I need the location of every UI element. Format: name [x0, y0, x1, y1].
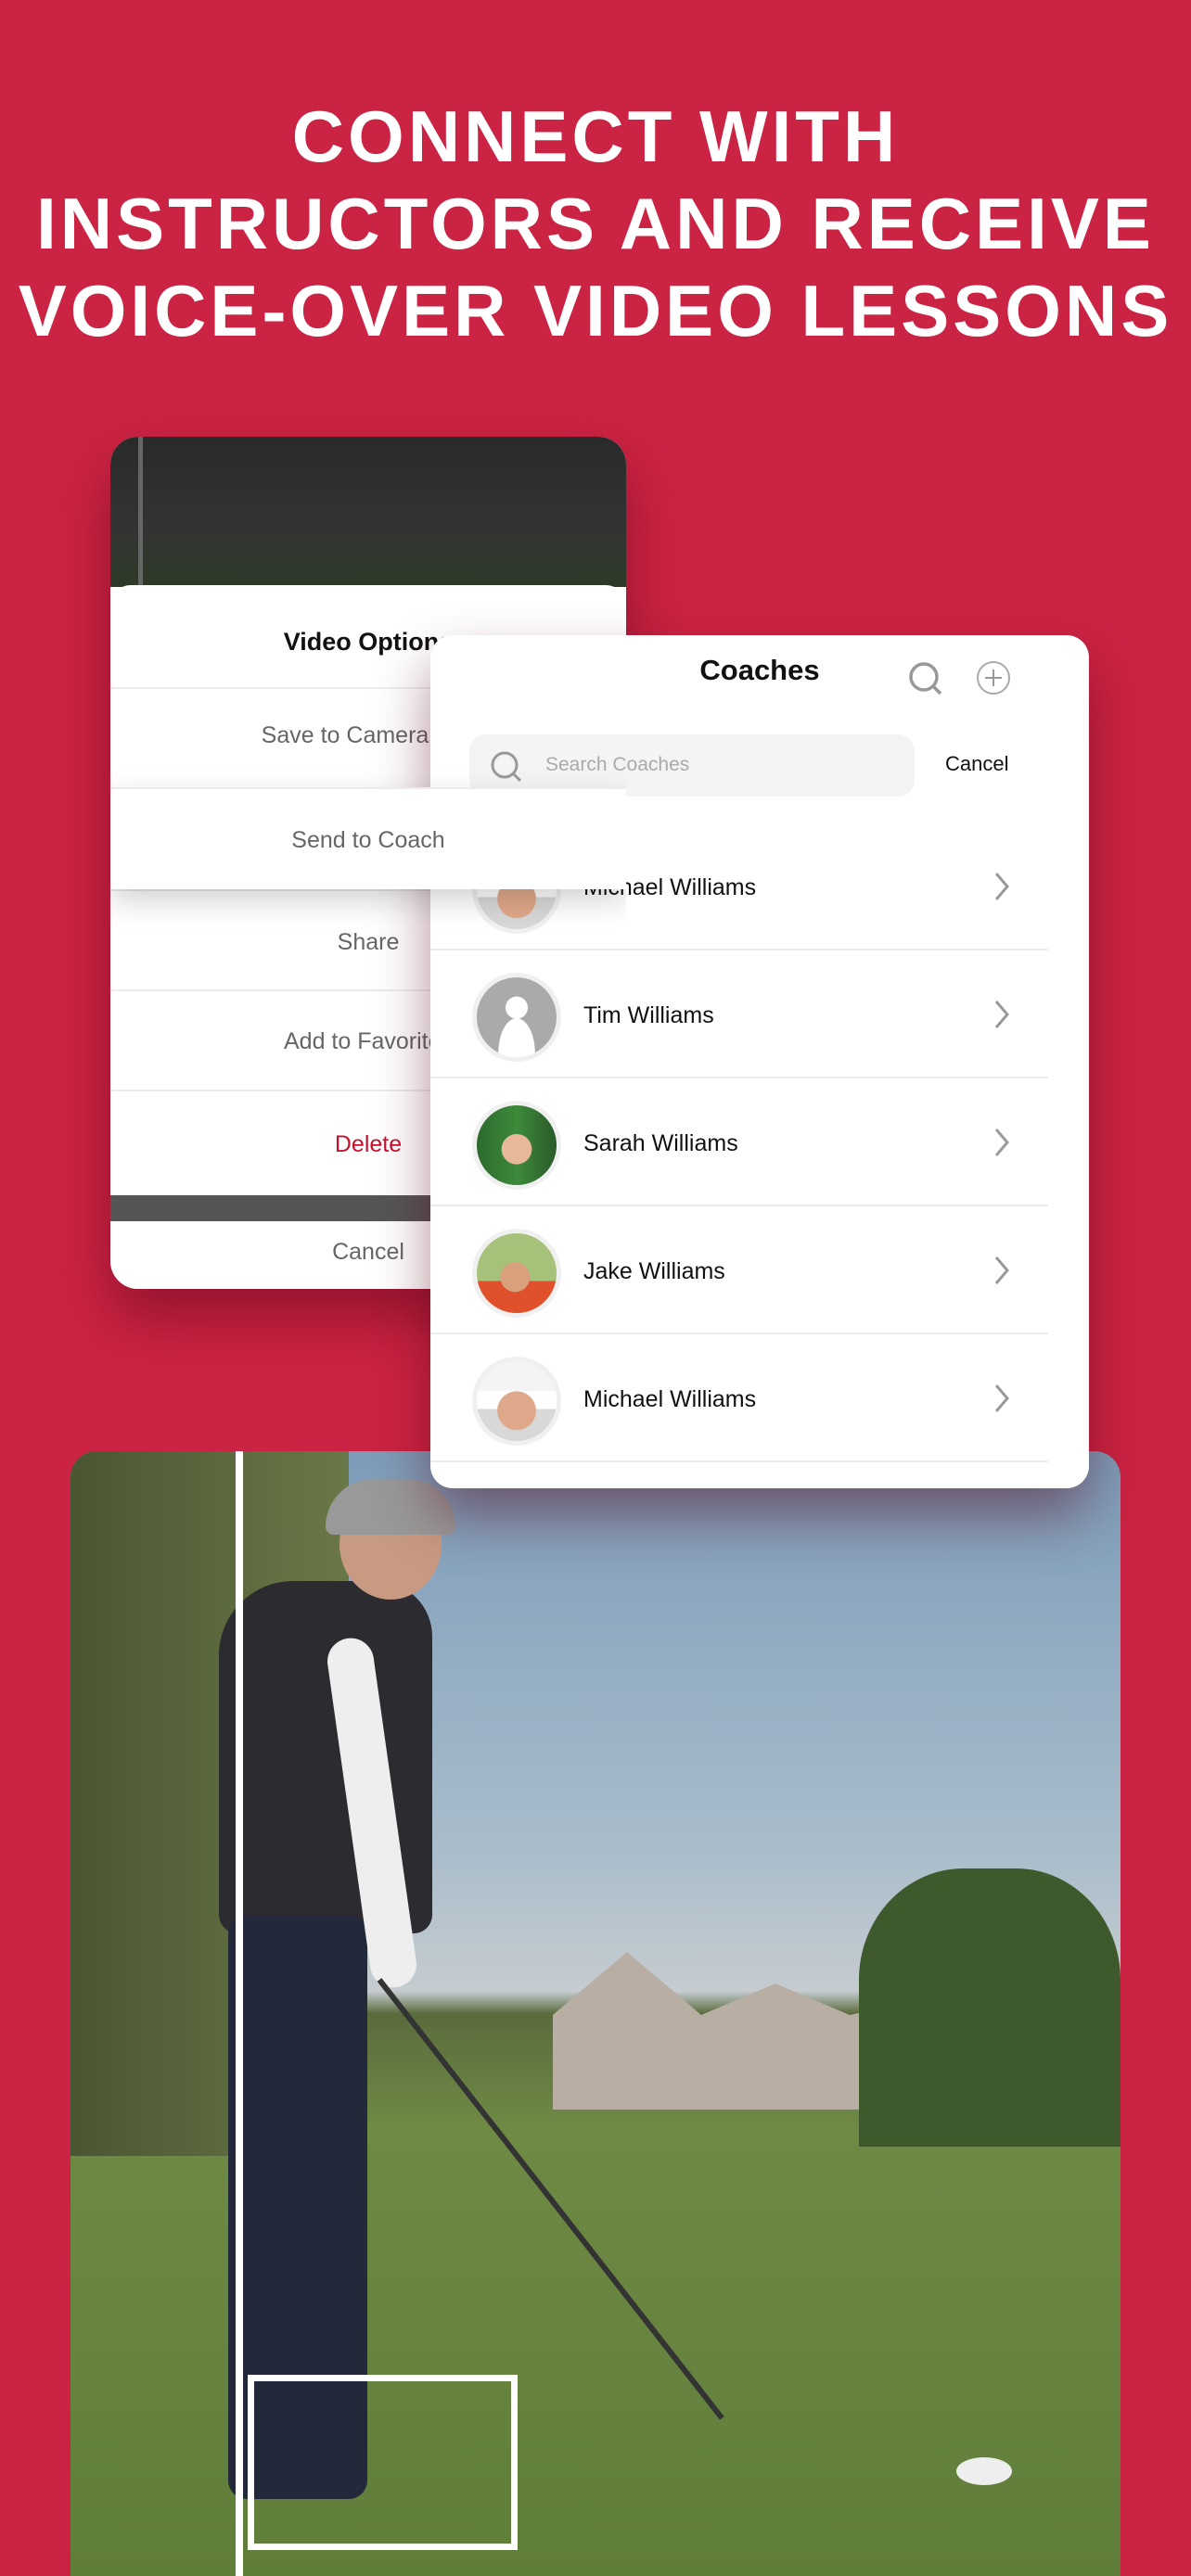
chevron-right-icon: [994, 873, 1009, 900]
coach-name: Sarah Williams: [583, 1130, 738, 1156]
avatar-placeholder: [472, 973, 561, 1062]
search-cancel-button[interactable]: Cancel: [945, 752, 1008, 776]
coach-row[interactable]: Jake Williams: [430, 1206, 1048, 1334]
coaches-panel: Coaches Search Coaches Cancel Michael Wi…: [430, 635, 1089, 1488]
search-icon[interactable]: [907, 660, 944, 697]
golf-ball-driver: [956, 2457, 1012, 2485]
add-coach-icon[interactable]: [976, 660, 1011, 695]
chevron-right-icon: [994, 1001, 1009, 1028]
headline-line: INSTRUCTORS AND RECEIVE: [36, 183, 1155, 264]
far-trees: [859, 1868, 1121, 2147]
coach-name: Jake Williams: [583, 1258, 725, 1284]
chevron-right-icon: [994, 1384, 1009, 1412]
avatar: [472, 1357, 561, 1446]
golfer-cap: [326, 1479, 455, 1535]
search-placeholder: Search Coaches: [545, 754, 690, 775]
headline-line: CONNECT WITH: [291, 96, 900, 177]
avatar: [472, 1101, 561, 1190]
coach-row[interactable]: Michael Williams: [430, 1334, 1048, 1462]
video-thumbnail: [110, 437, 626, 587]
send-to-coach-button[interactable]: Send to Coach: [110, 787, 626, 889]
alignment-line[interactable]: [236, 1451, 243, 2576]
search-icon: [491, 751, 522, 783]
avatar: [472, 1229, 561, 1318]
coach-row[interactable]: Sarah Williams: [430, 1078, 1048, 1206]
chevron-right-icon: [994, 1129, 1009, 1156]
golf-swing-video[interactable]: [70, 1451, 1121, 2576]
headline: CONNECT WITH INSTRUCTORS AND RECEIVE VOI…: [0, 93, 1191, 354]
headline-line: VOICE-OVER VIDEO LESSONS: [18, 270, 1173, 351]
coach-row[interactable]: Tim Williams: [430, 950, 1048, 1078]
coach-name: Tim Williams: [583, 1002, 714, 1028]
chevron-right-icon: [994, 1256, 1009, 1284]
coach-name: Michael Williams: [583, 1386, 757, 1412]
foot-position-box[interactable]: [248, 2375, 518, 2550]
